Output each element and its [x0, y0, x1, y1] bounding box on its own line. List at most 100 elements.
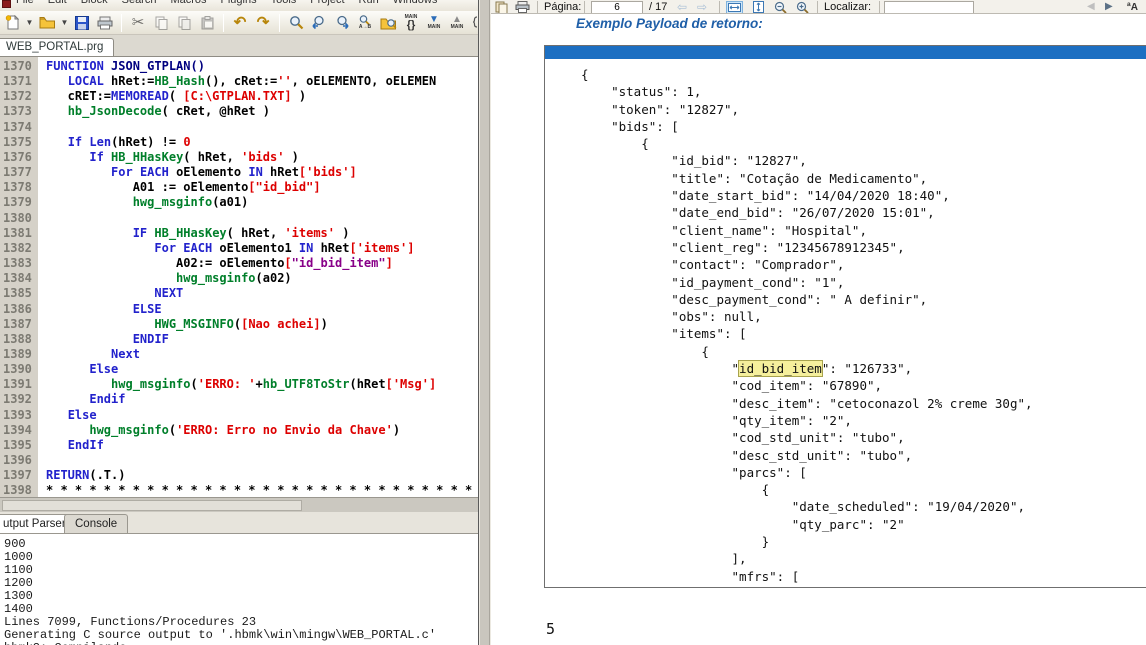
find-next-button[interactable] [332, 13, 352, 33]
menu-file[interactable]: File [16, 0, 34, 6]
menu-run[interactable]: Run [359, 0, 379, 6]
pdf-print-button[interactable] [515, 0, 530, 14]
fit-width-button[interactable] [726, 1, 743, 14]
json-line: "desc_item": "cetoconazol 2% creme 30g", [581, 396, 1146, 413]
menu-block[interactable]: Block [81, 0, 108, 6]
open-folder-icon [39, 16, 56, 29]
code-line[interactable]: 1379 hwg_msginfo(a01) [0, 193, 478, 208]
page-number-input[interactable] [591, 1, 643, 14]
code-line[interactable]: 1374 [0, 118, 478, 133]
code-line[interactable]: 1389 Next [0, 345, 478, 360]
previous-function-button[interactable]: ▲MAIN [447, 13, 467, 33]
code-line[interactable]: 1376 If HB_HHasKey( hRet, 'bids' ) [0, 148, 478, 163]
code-line[interactable]: 1397RETURN(.T.) [0, 466, 478, 481]
code-line[interactable]: 1377 For EACH oElemento IN hRet['bids'] [0, 163, 478, 178]
open-file-button[interactable] [37, 13, 57, 33]
menu-plugins[interactable]: Plugins [221, 0, 257, 6]
json-code-block: { "status": 1, "token": "12827", "bids":… [544, 45, 1146, 588]
line-number: 1391 [0, 377, 38, 391]
menu-search[interactable]: Search [122, 0, 157, 6]
code-line[interactable]: 1375 If Len(hRet) != 0 [0, 133, 478, 148]
find-in-files-button[interactable] [378, 13, 398, 33]
duplicate-button[interactable] [174, 13, 194, 33]
code-line[interactable]: 1381 IF HB_HHasKey( hRet, 'items' ) [0, 224, 478, 239]
output-line: 1200 [4, 576, 478, 589]
copy-button[interactable] [151, 13, 171, 33]
tab-label: utput Parser [3, 518, 66, 530]
line-number: 1381 [0, 226, 38, 240]
code-line[interactable]: 1387 HWG_MSGINFO([Nao achei]) [0, 315, 478, 330]
code-line[interactable]: 1391 hwg_msginfo('ERRO: '+hb_UTF8ToStr(h… [0, 375, 478, 390]
scrollbar-thumb[interactable] [2, 500, 302, 511]
previous-page-button[interactable]: ⇦ [677, 0, 687, 14]
tab-web-portal-prg[interactable]: WEB_PORTAL.prg [0, 38, 114, 57]
code-line[interactable]: 1388 ENDIF [0, 330, 478, 345]
new-file-button[interactable] [2, 13, 22, 33]
function-list-button[interactable] [470, 13, 478, 33]
code-line[interactable]: 1398* * * * * * * * * * * * * * * * * * … [0, 481, 478, 496]
code-line[interactable]: 1385 NEXT [0, 284, 478, 299]
pdf-copy-button[interactable] [495, 0, 508, 14]
code-line[interactable]: 1382 For EACH oElemento1 IN hRet['items'… [0, 239, 478, 254]
pane-splitter[interactable] [480, 0, 490, 645]
tab-console[interactable]: Console [64, 514, 128, 533]
json-line: "status": 1, [581, 84, 1146, 101]
triangle-right-icon: ▶ [1105, 2, 1113, 12]
zoom-out-button[interactable] [774, 0, 787, 14]
match-case-button[interactable]: ªA [1127, 0, 1138, 14]
open-file-dropdown[interactable]: ▼ [60, 13, 69, 33]
menu-project[interactable]: Project [310, 0, 344, 6]
json-line: "date_scheduled": "19/04/2020", [581, 499, 1146, 516]
code-line[interactable]: 1370FUNCTION JSON_GTPLAN() [0, 57, 478, 72]
code-line[interactable]: 1384 hwg_msginfo(a02) [0, 269, 478, 284]
line-number: 1376 [0, 150, 38, 164]
fit-page-button[interactable] [750, 1, 767, 14]
code-line[interactable]: 1390 Else [0, 360, 478, 375]
main-function-button[interactable]: MAIN{} [401, 13, 421, 33]
find-previous-button[interactable] [309, 13, 329, 33]
code-line[interactable]: 1371 LOCAL hRet:=HB_Hash(), cRet:='', oE… [0, 72, 478, 87]
code-line[interactable]: 1372 cRET:=MEMOREAD( [C:\GTPLAN.TXT] ) [0, 87, 478, 102]
paste-button[interactable] [197, 13, 217, 33]
code-text: Endif [38, 392, 125, 406]
cut-button[interactable]: ✂ [128, 13, 148, 33]
code-line[interactable]: 1383 A02:= oElemento["id_bid_item"] [0, 254, 478, 269]
toolbar-separator [121, 14, 122, 32]
undo-button[interactable]: ↶ [230, 13, 250, 33]
line-number: 1379 [0, 195, 38, 209]
json-line: { [581, 67, 1146, 84]
horizontal-scrollbar[interactable] [0, 497, 478, 512]
replace-button[interactable]: A→B [355, 13, 375, 33]
menu-windows[interactable]: Windows [393, 0, 438, 6]
line-number: 1390 [0, 362, 38, 376]
next-page-button[interactable]: ⇨ [697, 0, 707, 14]
json-line: "id_payment_cond": "1", [581, 275, 1146, 292]
find-input[interactable] [884, 1, 974, 14]
next-function-button[interactable]: ▼MAIN [424, 13, 444, 33]
print-button[interactable] [95, 13, 115, 33]
json-line: "parcs": [ [581, 465, 1146, 482]
code-line[interactable]: 1378 A01 := oElemento["id_bid"] [0, 178, 478, 193]
code-line[interactable]: 1393 Else [0, 406, 478, 421]
code-line[interactable]: 1394 hwg_msginfo('ERRO: Erro no Envio da… [0, 421, 478, 436]
redo-button[interactable]: ↷ [253, 13, 273, 33]
menu-macros[interactable]: Macros [170, 0, 206, 6]
code-line[interactable]: 1386 ELSE [0, 300, 478, 315]
menu-tools[interactable]: Tools [271, 0, 297, 6]
code-text: For EACH oElemento1 IN hRet['items'] [38, 241, 415, 255]
code-line[interactable]: 1380 [0, 209, 478, 224]
zoom-in-button[interactable] [796, 0, 809, 14]
code-line[interactable]: 1395 EndIf [0, 436, 478, 451]
code-line[interactable]: 1392 Endif [0, 390, 478, 405]
code-line[interactable]: 1396 [0, 451, 478, 466]
save-button[interactable] [72, 13, 92, 33]
find-next-result-button[interactable]: ▶ [1105, 0, 1113, 14]
menu-edit[interactable]: Edit [48, 0, 67, 6]
code-area[interactable]: 1370FUNCTION JSON_GTPLAN()1371 LOCAL hRe… [0, 57, 478, 497]
code-line[interactable]: 1373 hb_JsonDecode( cRet, @hRet ) [0, 102, 478, 117]
find-previous-result-button[interactable]: ◀ [1087, 0, 1095, 14]
json-line: "id_bid": "12827", [581, 153, 1146, 170]
new-file-dropdown[interactable]: ▼ [25, 13, 34, 33]
find-button[interactable] [286, 13, 306, 33]
code-text: A01 := oElemento["id_bid"] [38, 180, 321, 194]
